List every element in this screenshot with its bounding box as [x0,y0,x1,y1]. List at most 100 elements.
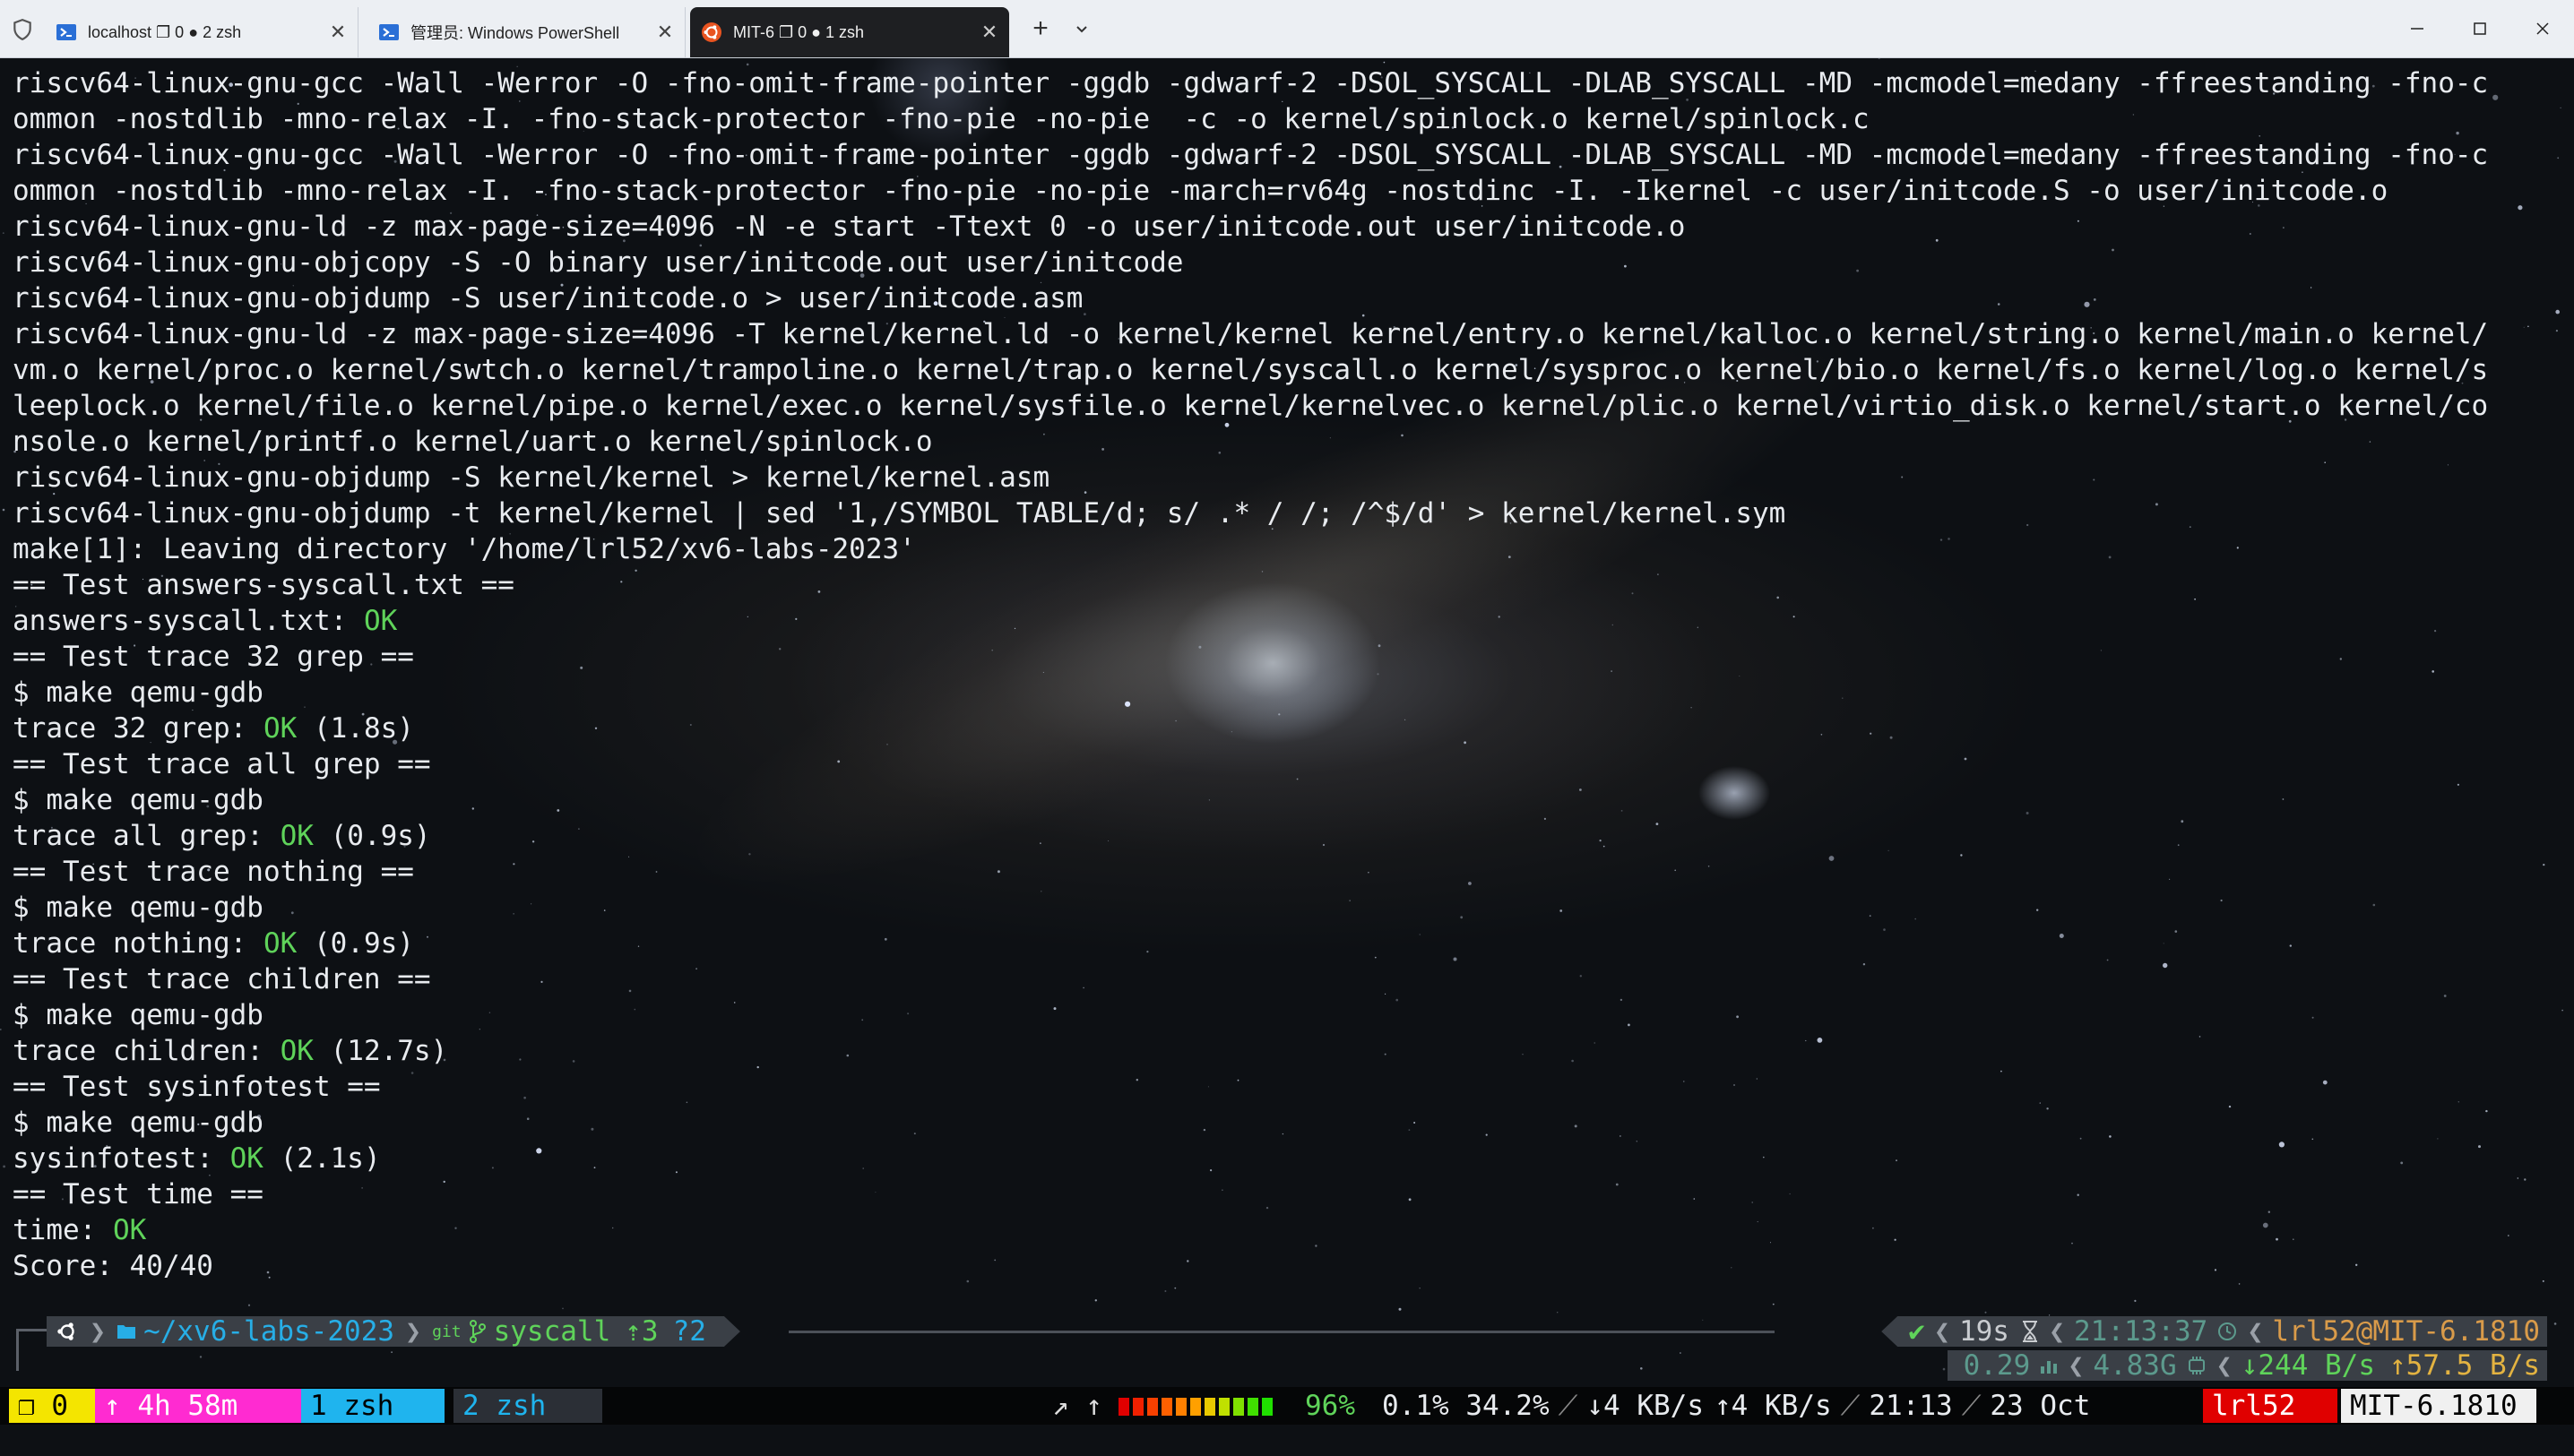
maximize-button[interactable] [2449,7,2511,50]
star [2557,157,2560,159]
output-line: sysinfotest: OK (2.1s) [13,1141,2488,1176]
output-line: == Test sysinfotest == [13,1071,381,1103]
tmux-host: MIT-6.1810 [2341,1389,2536,1423]
star [2527,325,2529,328]
output-line: ommon -nostdlib -mno-relax -I. -fno-stac… [13,175,2388,207]
star [1878,58,1880,60]
output-text: (1.8s) [297,712,414,745]
test-ok-label: OK [263,927,298,960]
segment-separator-icon: ❮ [2048,1315,2065,1348]
star [2523,326,2525,328]
ubuntu-icon [56,1320,79,1343]
segment-separator-icon: ❮ [2068,1349,2085,1382]
git-ahead: ⇡3 [625,1315,659,1348]
close-tab-icon[interactable]: ✕ [329,21,347,44]
star [2518,205,2523,211]
close-tab-icon[interactable]: ✕ [656,21,674,44]
output-line: == Test trace children == [13,963,431,995]
command-duration: 19s [1952,1316,2047,1347]
bar-chart-icon [2041,1361,2058,1374]
net-up: ↑4 KB/s [1715,1390,1832,1422]
star [1772,1303,1775,1305]
shield-icon[interactable] [11,18,34,41]
test-ok-label: OK [112,1214,147,1246]
cpu-meter-bar [1219,1398,1230,1416]
star [1094,1299,1098,1302]
terminal-pane[interactable]: riscv64-linux-gnu-gcc -Wall -Werror -O -… [0,58,2574,1456]
star [0,1029,2,1030]
os-segment [47,1316,88,1347]
output-line: == Test trace 32 grep == [13,641,414,673]
tab-dropdown-button[interactable] [1067,13,1097,45]
test-ok-label: OK [280,1035,314,1067]
maximize-icon [2474,22,2486,35]
tab-powershell[interactable]: 管理员: Windows PowerShell ✕ [367,7,686,57]
star [1398,1307,1402,1311]
output-line: riscv64-linux-gnu-gcc -Wall -Werror -O -… [13,67,2489,99]
star [2553,1322,2557,1325]
output-line: nsole.o kernel/printf.o kernel/uart.o ke… [13,426,933,458]
star [1680,1352,1681,1354]
prompt-filler-line [789,1331,1775,1333]
system-stats: 0.1% 34.2% ⟋ ↓4 KB/s ↑4 KB/s ⟋ 21:13 ⟋ 2… [1382,1389,2091,1423]
output-text: time: [13,1214,113,1246]
output-line: vm.o kernel/proc.o kernel/swtch.o kernel… [13,354,2489,386]
git-branch: syscall [493,1315,611,1348]
output-text: answers-syscall.txt: [13,605,364,637]
output-line: == Test answers-syscall.txt == [13,569,514,601]
star [1164,1290,1167,1292]
load-value: 0.29 [1963,1349,2031,1382]
segment-separator-icon: ❮ [2247,1315,2264,1348]
folder-icon [117,1322,136,1340]
output-text: (12.7s) [313,1035,448,1067]
output-line: riscv64-linux-gnu-ld -z max-page-size=40… [13,211,1686,243]
close-icon [2536,22,2549,35]
tmux-status-bar: ❐ 0 ↑ 4h 58m 1 zsh 2 zsh ↗ ↑ 96% 0.1% 34… [0,1387,2574,1425]
close-tab-icon[interactable]: ✕ [980,21,998,44]
tmux-window-1[interactable]: 1 zsh [301,1389,445,1423]
clock-icon [2218,1322,2237,1340]
output-line: $ make qemu-gdb [13,892,263,924]
tab-mit6[interactable]: MIT-6 ❐ 0 ● 1 zsh ✕ [690,7,1009,57]
star [2555,330,2558,332]
close-window-button[interactable] [2511,7,2574,50]
star [562,1307,564,1310]
current-directory: ~/xv6-labs-2023 [143,1315,395,1348]
star [2542,1279,2544,1282]
cpu-meter-bar [1190,1398,1201,1416]
output-line: Score: 40/40 [13,1250,213,1282]
download-rate: ↓244 B/s [2241,1349,2376,1382]
tmux-window-2[interactable]: 2 zsh [453,1389,602,1423]
star [3,1165,5,1168]
user-host: lrl52@MIT-6.1810 [2272,1315,2540,1348]
output-text: trace all grep: [13,820,281,852]
tmux-indicators: ↗ ↑ [1052,1390,1102,1422]
git-untracked: ?2 [672,1315,706,1348]
output-text: trace 32 grep: [13,712,263,745]
tab-localhost[interactable]: localhost ❐ 0 ● 2 zsh ✕ [45,7,358,57]
tab-label: 管理员: Windows PowerShell [410,24,620,42]
cpu-meter-bar [1205,1398,1215,1416]
cpu-percent: 96% [1305,1390,1355,1422]
output-line: riscv64-linux-gnu-objdump -S kernel/kern… [13,461,1050,494]
minimize-button[interactable] [2386,7,2449,50]
status-ok-icon: ✔ [1908,1315,1925,1348]
star [1174,1287,1177,1289]
powershell-icon [379,24,399,40]
test-ok-label: OK [229,1142,263,1175]
output-text: trace children: [13,1035,281,1067]
cpu-meter-bar [1176,1398,1187,1416]
output-line: riscv64-linux-gnu-objdump -S user/initco… [13,282,1084,314]
output-line: answers-syscall.txt: OK [13,603,2488,639]
star [2492,94,2499,100]
new-tab-button[interactable]: + [1018,13,1063,45]
segment-separator-icon: ❯ [405,1315,422,1348]
terminal-output: riscv64-linux-gnu-gcc -Wall -Werror -O -… [13,65,2488,1284]
ram-value: 4.83G [2093,1349,2177,1382]
cpu-meter [1119,1398,1273,1416]
output-text: (2.1s) [263,1142,381,1175]
output-line: $ make qemu-gdb [13,999,263,1031]
star [2507,1235,2509,1236]
star [2,232,4,234]
cpu-meter-bar [1262,1398,1273,1416]
